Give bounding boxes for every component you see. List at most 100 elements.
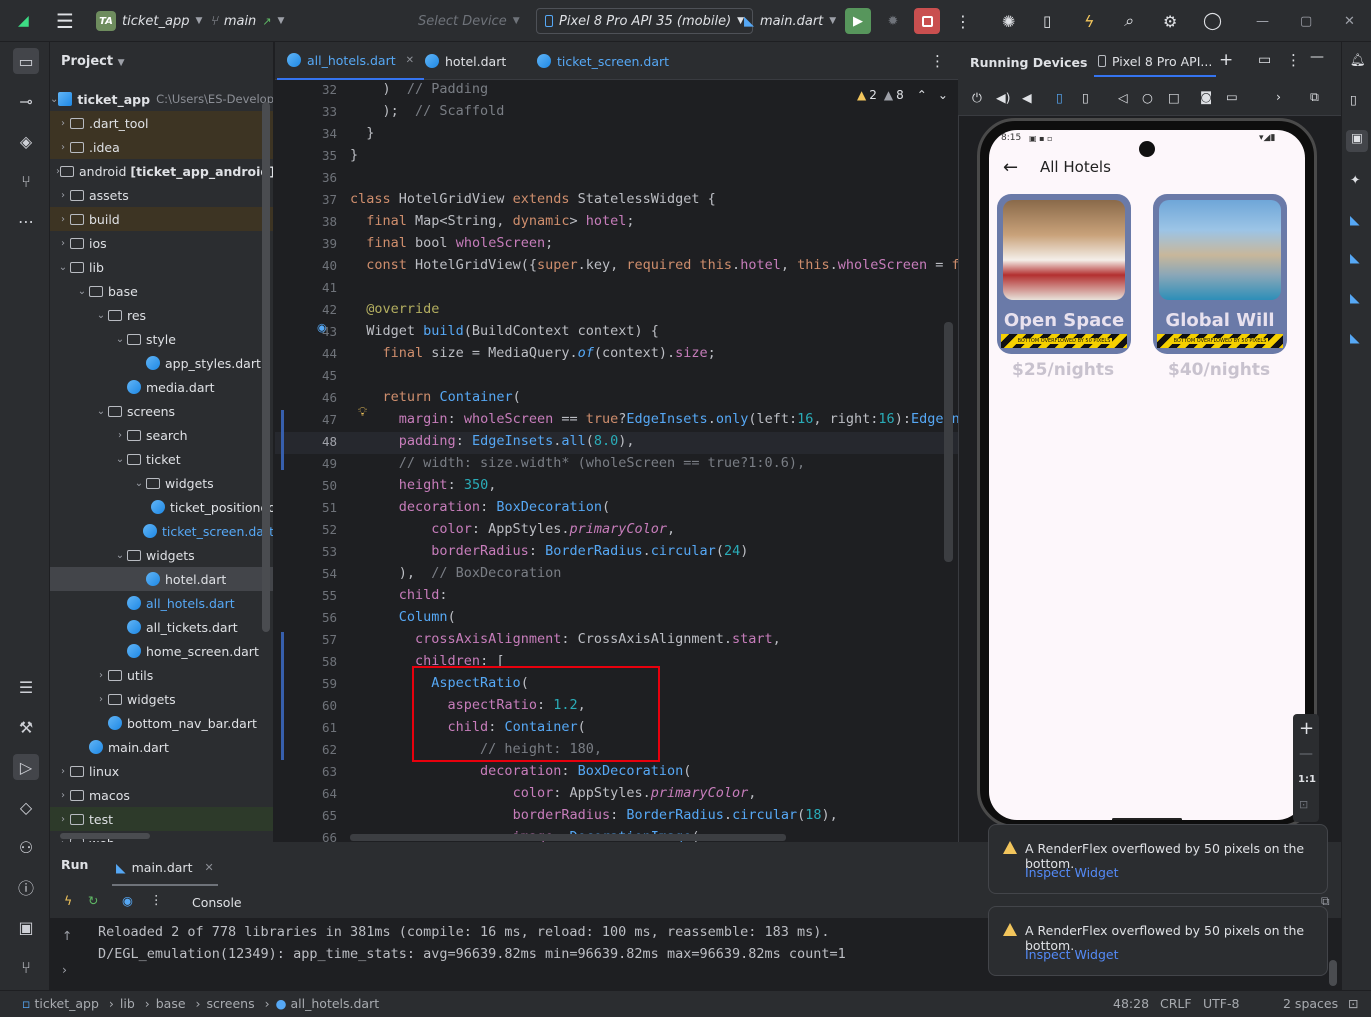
chevron-right-icon[interactable]: › — [113, 430, 127, 441]
tree-item[interactable]: all_tickets.dart — [50, 615, 273, 639]
vcs-change-marker[interactable] — [281, 410, 284, 470]
close-icon[interactable]: ✕ — [204, 861, 213, 874]
chevron-right-icon[interactable]: › — [56, 214, 70, 225]
code-line[interactable]: padding: EdgeInsets.all(8.0), — [350, 433, 635, 449]
device-manager-icon[interactable]: ▯ — [1350, 92, 1357, 107]
code-line[interactable]: color: AppStyles.primaryColor, — [350, 521, 675, 537]
chevron-down-icon[interactable]: ⌄ — [113, 550, 127, 561]
code-line[interactable]: } — [350, 125, 374, 141]
chevron-right-icon[interactable]: › — [56, 766, 70, 777]
chevron-right-icon[interactable]: › — [1276, 89, 1281, 104]
tree-item[interactable]: home_screen.dart — [50, 639, 273, 663]
code-line[interactable]: return Container( — [350, 389, 521, 405]
tree-item[interactable]: › utils — [50, 663, 273, 687]
code-line[interactable]: final bool wholeScreen; — [350, 235, 553, 251]
volume-up-icon[interactable]: ◀) — [996, 90, 1011, 105]
run-config-tab[interactable]: ◣ main.dart ✕ — [112, 850, 218, 886]
home-icon[interactable]: ○ — [1142, 90, 1153, 105]
tree-item[interactable]: ⌄ widgets — [50, 543, 273, 567]
select-device-dropdown[interactable]: Select Device ▼ — [418, 0, 520, 42]
search-icon[interactable]: ⌕ — [1124, 0, 1133, 42]
zoom-out-icon[interactable]: — — [1299, 746, 1313, 762]
tree-item[interactable]: › assets — [50, 183, 273, 207]
breadcrumb-item[interactable]: lib — [120, 996, 135, 1011]
chevron-down-icon[interactable]: ⌄ — [56, 262, 70, 273]
chevron-right-icon[interactable]: › — [56, 790, 70, 801]
tree-item[interactable]: hotel.dart — [50, 567, 273, 591]
code-line[interactable]: decoration: BoxDecoration( — [350, 763, 691, 779]
phone-screen[interactable]: 8:15 ▣ ▪ ▫ ▾◢▮ ← All Hotels Open Space BO… — [989, 130, 1305, 820]
project-tool-folder-icon[interactable]: ▭ — [13, 48, 39, 74]
project-panel-title[interactable]: Project ▼ — [61, 54, 125, 69]
build-hammer-icon[interactable]: ⚒ — [13, 714, 39, 740]
rotate-left-icon[interactable]: ▯ — [1056, 90, 1063, 105]
flutter-outline-icon[interactable]: ◣ — [1350, 290, 1360, 305]
terminal-icon[interactable]: ▣ — [13, 914, 39, 940]
app-inspection-icon[interactable]: ▯ — [1043, 0, 1051, 42]
more-tools-icon[interactable]: ⋯ — [13, 208, 39, 234]
gem-icon[interactable]: ◇ — [13, 794, 39, 820]
lightbulb-icon[interactable]: 💡︎ — [358, 405, 367, 420]
device-tab[interactable]: Pixel 8 Pro API... — [1094, 47, 1217, 77]
tree-item[interactable]: ⌄ screens — [50, 399, 273, 423]
chevron-right-icon[interactable]: › — [56, 238, 70, 249]
add-device-icon[interactable]: + — [1219, 50, 1233, 70]
project-selector[interactable]: TA ticket_app ▼ — [96, 0, 202, 42]
vcs-change-marker[interactable] — [281, 632, 284, 760]
tree-item[interactable]: › widgets — [50, 687, 273, 711]
override-icon[interactable]: ◉ — [317, 321, 327, 334]
settings-gear-icon[interactable]: ⚙ — [1163, 0, 1177, 42]
tree-item[interactable]: ⌄ base — [50, 279, 273, 303]
breadcrumb-item[interactable]: base — [156, 996, 186, 1011]
chevron-down-icon[interactable]: ⌄ — [94, 310, 108, 321]
device-mirror-icon[interactable]: ⧉ — [1310, 89, 1319, 105]
tree-item[interactable]: › test — [50, 807, 273, 831]
layout-icon[interactable]: ▭ — [1258, 52, 1271, 68]
code-line[interactable]: child: — [350, 587, 448, 603]
more-options-icon[interactable]: ⋮ — [1286, 51, 1301, 69]
expand-icon[interactable]: › — [62, 962, 67, 977]
code-line[interactable]: final size = MediaQuery.of(context).size… — [350, 345, 716, 361]
back-arrow-icon[interactable]: ← — [1003, 157, 1018, 178]
chevron-down-icon[interactable]: ⌄ — [113, 454, 127, 465]
more-actions-icon[interactable]: ⋮ — [955, 0, 971, 42]
close-window-icon[interactable]: ✕ — [1344, 0, 1355, 42]
console-tab[interactable]: Console — [192, 895, 242, 910]
branch-selector[interactable]: ⑂ main ↗ ▼ — [210, 0, 284, 42]
breadcrumb-item[interactable]: ticket_app — [34, 996, 98, 1011]
code-line[interactable]: ); // Scaffold — [350, 103, 505, 119]
run-button[interactable]: ▶ — [845, 8, 871, 34]
version-control-icon[interactable]: ⑂ — [13, 954, 39, 980]
tree-item[interactable]: › .dart_tool — [50, 111, 273, 135]
zoom-in-icon[interactable]: + — [1299, 718, 1314, 739]
logcat-icon[interactable]: ⚇ — [13, 834, 39, 860]
structure-list-icon[interactable]: ☰ — [13, 674, 39, 700]
editor-scrollbar[interactable] — [944, 322, 953, 562]
inspect-widget-link[interactable]: Inspect Widget — [1025, 947, 1119, 962]
chevron-down-icon[interactable]: ⌄ — [94, 406, 108, 417]
tree-item[interactable]: › .idea — [50, 135, 273, 159]
tree-item[interactable]: › search — [50, 423, 273, 447]
breadcrumb-item[interactable]: all_hotels.dart — [291, 996, 380, 1011]
code-line[interactable]: Widget build(BuildContext context) { — [350, 323, 659, 339]
chevron-down-icon[interactable]: ⌄ — [113, 334, 127, 345]
tree-item[interactable]: › android [ticket_app_android] — [50, 159, 273, 183]
tree-item[interactable]: ticket_screen.dart — [50, 519, 273, 543]
file-encoding[interactable]: UTF-8 — [1203, 996, 1239, 1011]
close-icon[interactable]: ✕ — [406, 55, 414, 66]
hot-restart-icon[interactable]: ↻ — [88, 893, 98, 908]
breadcrumb-item[interactable]: screens — [207, 996, 255, 1011]
code-line[interactable]: Column( — [350, 609, 456, 625]
structure-shapes-icon[interactable]: ◈ — [13, 128, 39, 154]
code-line[interactable]: class HotelGridView extends StatelessWid… — [350, 191, 716, 207]
tree-item[interactable]: ⌄ ticket — [50, 447, 273, 471]
devtools-icon[interactable]: ◉ — [122, 893, 133, 908]
hot-reload-icon[interactable]: ϟ — [1084, 0, 1095, 42]
editor-hscrollbar[interactable] — [350, 834, 786, 841]
overview-icon[interactable]: □ — [1168, 90, 1180, 105]
editor-tab[interactable]: all_hotels.dart ✕ — [277, 42, 425, 80]
flutter-devtools-icon[interactable]: ◣ — [1350, 330, 1360, 345]
screen-record-icon[interactable]: ▭ — [1226, 89, 1238, 104]
caret-position[interactable]: 48:28 — [1113, 996, 1149, 1011]
stop-button[interactable] — [914, 8, 940, 34]
